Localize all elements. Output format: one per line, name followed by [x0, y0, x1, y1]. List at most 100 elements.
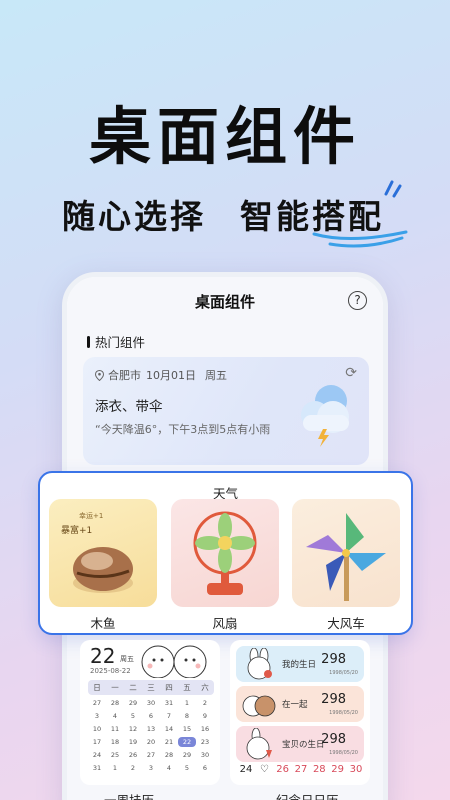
calendar-day-cell[interactable]: 9 [196, 711, 214, 721]
anniversary-row: 宝贝の生日 298 1998/05/20 [236, 726, 364, 762]
anniversary-date: 1998/05/20 [329, 750, 358, 756]
calendar-day-cell[interactable]: 11 [106, 724, 124, 734]
widget-tile-wooden-fish[interactable]: 幸运+1 暴富+1 [49, 499, 157, 607]
calendar-day-cell[interactable]: 31 [160, 698, 178, 708]
strip-day: 27 [294, 764, 308, 775]
anniversary-row: 我的生日 298 1998/05/20 [236, 646, 364, 682]
calendar-day: 22 [90, 644, 116, 668]
widget-label-anniversary: 纪念日日历 [276, 790, 339, 800]
calendar-weekday-label: 四 [165, 683, 173, 692]
anniversary-value: 298 [321, 732, 346, 747]
location-pin-icon [95, 369, 104, 381]
weather-weekday: 周五 [205, 369, 227, 382]
bear-couple-icon [242, 695, 276, 717]
calendar-day-cell[interactable]: 14 [160, 724, 178, 734]
calendar-day-cell[interactable]: 30 [142, 698, 160, 708]
calendar-day-cell[interactable]: 2 [124, 763, 142, 773]
anniversary-label: 在一起 [282, 700, 308, 710]
anniversary-week-strip: 24 ♡ 26 27 28 29 30 [238, 764, 364, 775]
section-label-text: 热门组件 [95, 335, 146, 350]
underline-swoosh-icon [312, 230, 408, 248]
calendar-day-cell[interactable]: 28 [106, 698, 124, 708]
calendar-day-cell[interactable]: 26 [124, 750, 142, 760]
strip-day: 30 [349, 764, 363, 775]
calendar-day-cell[interactable]: 16 [196, 724, 214, 734]
calendar-day-cell[interactable]: 12 [124, 724, 142, 734]
calendar-day-cell[interactable]: 1 [106, 763, 124, 773]
tile-label-pinwheel: 大风车 [327, 616, 365, 631]
help-icon[interactable]: ? [348, 291, 367, 310]
weather-advice: 添衣、带伞 [95, 399, 163, 415]
hero-headline: 桌面组件 [88, 100, 361, 173]
calendar-day-cell[interactable]: 15 [178, 724, 196, 734]
calendar-day-cell[interactable]: 22 [178, 737, 196, 747]
weather-forecast: “今天降温6°，下午3点到5点有小雨 [95, 423, 271, 436]
tile-rich-text: 暴富+1 [61, 526, 93, 536]
calendar-date: 2025-08-22 [90, 667, 131, 675]
anniversary-row: 在一起 298 1998/05/20 [236, 686, 364, 722]
calendar-day-cell[interactable]: 3 [88, 711, 106, 721]
strip-day: 24 [239, 764, 253, 775]
weekly-calendar-widget[interactable]: 22 周五 2025-08-22 日一二三四五六 27 28 29 30 31 1 2 3 4 5… [80, 640, 220, 785]
calendar-day-cell[interactable]: 28 [160, 750, 178, 760]
calendar-weekday-label: 日 [93, 683, 101, 692]
calendar-day-cell[interactable]: 6 [142, 711, 160, 721]
tile-luck-text: 幸运+1 [79, 512, 104, 520]
wooden-fish-icon [73, 547, 133, 593]
calendar-day-cell[interactable]: 31 [88, 763, 106, 773]
calendar-day-cell[interactable]: 2 [196, 698, 214, 708]
calendar-day-cell[interactable]: 30 [196, 750, 214, 760]
bunny-icon [247, 648, 272, 680]
widget-tile-fan[interactable] [171, 499, 279, 607]
calendar-day-cell[interactable]: 5 [124, 711, 142, 721]
calendar-day-cell[interactable]: 3 [142, 763, 160, 773]
calendar-day-cell[interactable]: 6 [196, 763, 214, 773]
calendar-weekday-label: 二 [129, 683, 137, 692]
calendar-day-cell[interactable]: 27 [88, 698, 106, 708]
sparkle-icon [384, 180, 402, 198]
calendar-day-cell[interactable]: 24 [88, 750, 106, 760]
widget-tile-pinwheel[interactable] [292, 499, 400, 607]
anniversary-widget[interactable]: 我的生日 298 1998/05/20 在一起 298 1998/05/20 宝… [230, 640, 370, 785]
calendar-day-cell[interactable]: 17 [88, 737, 106, 747]
calendar-day-cell[interactable]: 27 [142, 750, 160, 760]
cloud-thunder-icon [301, 385, 349, 447]
anniversary-label: 宝贝の生日 [282, 740, 325, 750]
calendar-weekday-label: 六 [201, 683, 209, 692]
calendar-day-cell[interactable]: 18 [106, 737, 124, 747]
calendar-grid: 27 28 29 30 31 1 2 3 4 5 6 7 8 9 10 11 12 13 14 15 16 17 18 19 2… [88, 698, 214, 773]
hero-subtitle-left: 随心选择 [62, 197, 206, 236]
anniversary-value: 298 [321, 652, 346, 667]
location-text: 合肥市 [108, 369, 141, 382]
calendar-weekday: 周五 [120, 655, 134, 663]
anniversary-label: 我的生日 [282, 660, 317, 670]
widget-picker-popup[interactable]: 天气 幸运+1 暴富+1 木鱼 风扇 大风车 [38, 471, 413, 635]
calendar-day-cell[interactable]: 4 [160, 763, 178, 773]
anniversary-date: 1998/05/20 [329, 670, 358, 676]
fan-icon [193, 511, 257, 595]
calendar-day-cell[interactable]: 7 [160, 711, 178, 721]
calendar-day-cell[interactable]: 20 [142, 737, 160, 747]
calendar-day-cell[interactable]: 1 [178, 698, 196, 708]
calendar-day-cell[interactable]: 21 [160, 737, 178, 747]
calendar-day-cell[interactable]: 10 [88, 724, 106, 734]
strip-day: 29 [331, 764, 344, 775]
calendar-weekday-label: 三 [147, 683, 155, 692]
calendar-day-cell[interactable]: 19 [124, 737, 142, 747]
strip-day: 26 [276, 764, 290, 775]
calendar-weekday-header: 日一二三四五六 [88, 680, 214, 695]
pinwheel-icon [306, 513, 386, 601]
calendar-day-cell[interactable]: 29 [178, 750, 196, 760]
calendar-day-cell[interactable]: 29 [124, 698, 142, 708]
calendar-day-cell[interactable]: 5 [178, 763, 196, 773]
weather-widget-card[interactable]: 合肥市 10月01日 周五 ⟳ 添衣、带伞 “今天降温6°，下午3点到5点有小雨 [83, 357, 369, 465]
heart-icon: ♡ [259, 764, 269, 775]
calendar-day-cell[interactable]: 25 [106, 750, 124, 760]
calendar-day-cell[interactable]: 4 [106, 711, 124, 721]
phone-page-title: 桌面组件 [194, 293, 255, 311]
calendar-day-cell[interactable]: 8 [178, 711, 196, 721]
section-hot-widgets: 热门组件 [87, 332, 145, 351]
calendar-day-cell[interactable]: 23 [196, 737, 214, 747]
calendar-day-cell[interactable]: 13 [142, 724, 160, 734]
location: 合肥市 [95, 367, 141, 383]
